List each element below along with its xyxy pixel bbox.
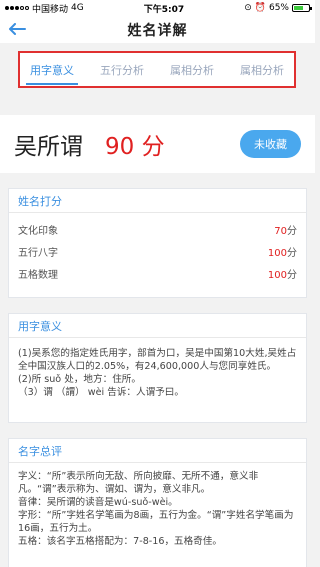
alarm-icon: ⏰ [254,3,266,13]
tab-zodiac-analysis[interactable]: 属相分析 [166,55,218,85]
char-meaning-body: (1)吴系您的指定姓氏用字，部首为口，吴是中国第10大姓,吴姓占全中国汉族人口的… [9,338,306,405]
name-value: 吴所谓 [14,134,83,160]
score-row: 五行八字 100分 [9,240,306,262]
char-meaning-line: (1)吴系您的指定姓氏用字，部首为口，吴是中国第10大姓,吴姓占全中国汉族人口的… [18,348,297,372]
carrier-label: 中国移动 [32,4,69,15]
name-card: 吴所谓 90 分 未收藏 [0,115,315,173]
battery-icon [291,4,312,12]
score-label: 五格数理 [18,269,58,281]
status-right: ⊙ ⏰ 65% [244,3,312,13]
summary-line: 音律：吴所谓的读音是wú-suǒ-wèi。 [18,497,178,508]
char-meaning-section: 用字意义 (1)吴系您的指定姓氏用字，部首为口，吴是中国第10大姓,吴姓占全中国… [8,313,307,423]
tab-char-meaning[interactable]: 用字意义 [26,55,78,85]
back-arrow-icon [9,23,26,35]
summary-body: 字义：“所”表示所向无敌、所向披靡、无所不通，意义非凡。“谓”表示称为、谓如、谓… [9,463,306,554]
score-value: 70 [274,225,287,237]
score-unit: 分 [287,225,297,237]
char-meaning-line: （3）谓 （謂） wèi 告诉：人谓予曰。 [18,387,184,398]
score-value: 100 [267,247,287,259]
network-label: 4G [71,3,84,13]
score-label: 文化印象 [18,225,58,237]
favorite-button[interactable]: 未收藏 [240,130,301,158]
status-bar: 中国移动 4G 下午5:07 ⊙ ⏰ 65% [0,0,315,16]
name-score: 90 分 [105,134,165,160]
scoring-title: 姓名打分 [9,189,306,213]
battery-label: 65% [268,3,289,13]
back-button[interactable] [6,20,28,38]
summary-line: 五格：该名字五格搭配为：7-8-16，五格奇佳。 [18,536,223,547]
char-meaning-line: (2)所 suǒ 处，地方：住所。 [18,374,141,385]
signal-icon [5,6,29,10]
tab-bar-highlight: 用字意义 五行分析 属相分析 属相分析 [18,51,296,88]
score-value: 100 [267,269,287,281]
char-meaning-title: 用字意义 [9,314,306,338]
scoring-section: 姓名打分 文化印象 70分 五行八字 100分 五格数理 100分 [8,188,307,298]
score-unit: 分 [287,247,297,259]
score-row: 文化印象 70分 [9,218,306,240]
summary-section: 名字总评 字义：“所”表示所向无敌、所向披靡、无所不通，意义非凡。“谓”表示称为… [8,438,307,567]
tab-zodiac-analysis-2[interactable]: 属相分析 [236,55,288,85]
score-label: 五行八字 [18,247,58,259]
status-time: 下午5:07 [143,4,185,15]
nav-bar: 姓名详解 [0,16,315,43]
summary-line: 字义：“所”表示所向无敌、所向披靡、无所不通，意义非凡。“谓”表示称为、谓如、谓… [18,471,259,495]
score-row: 五格数理 100分 [9,262,306,284]
score-unit: 分 [287,269,297,281]
status-left: 中国移动 4G [5,2,84,15]
tab-bar: 用字意义 五行分析 属相分析 属相分析 [26,55,288,85]
summary-line: 字形：“所”字姓名学笔画为8画，五行为金。“谓”字姓名学笔画为16画，五行为土。 [18,510,294,534]
summary-title: 名字总评 [9,439,306,463]
tab-five-elements[interactable]: 五行分析 [96,55,148,85]
lock-rotation-icon: ⊙ [244,3,252,13]
page-title: 姓名详解 [127,22,188,39]
